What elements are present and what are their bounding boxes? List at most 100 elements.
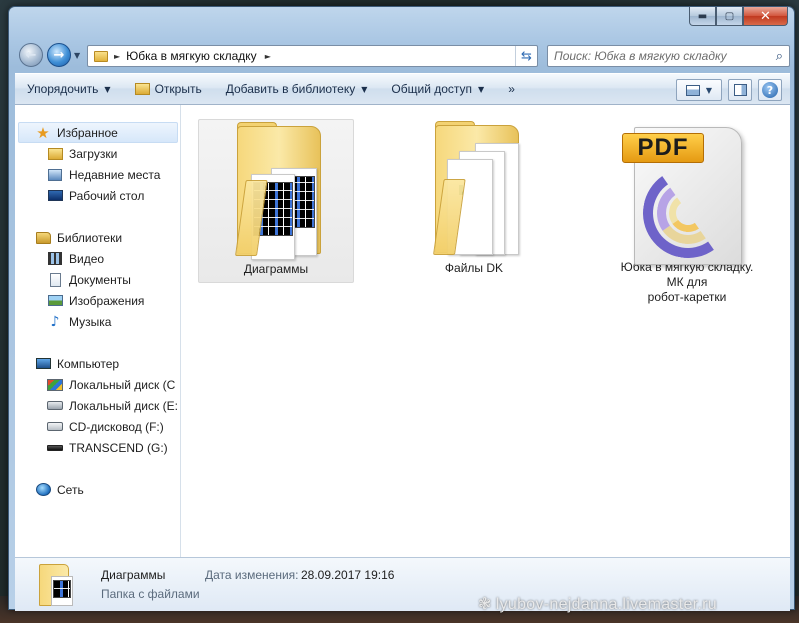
folder-item-diagrams[interactable]: Диаграммы [198, 119, 354, 283]
search-input[interactable] [554, 49, 776, 63]
desktop-icon [47, 189, 63, 203]
chevron-down-icon: ▼ [361, 84, 368, 94]
preview-pane-icon [733, 84, 747, 96]
sidebar-item-label: Локальный диск (E: [69, 398, 178, 413]
music-icon: ♪ [50, 313, 60, 330]
file-name-line: МК для [666, 275, 708, 289]
view-icon [685, 84, 700, 96]
main-area: ★ Избранное Загрузки Недавние места Рабо… [15, 105, 790, 557]
sidebar-item-cd-drive[interactable]: CD-дисковод (F:) [15, 416, 180, 437]
sidebar-item-label: Библиотеки [57, 230, 123, 245]
favorites-group: ★ Избранное Загрузки Недавние места Рабо… [15, 122, 180, 206]
pdf-item-skirt-mk[interactable]: PDF Юбка в мягкую складку. МК для робот-… [602, 119, 772, 305]
sidebar-item-label: Локальный диск (C [69, 377, 176, 392]
sidebar-item-music[interactable]: ♪ Музыка [15, 311, 180, 332]
sidebar-item-usb-drive[interactable]: TRANSCEND (G:) [15, 437, 180, 458]
sidebar-item-drive-c[interactable]: Локальный диск (C [15, 374, 180, 395]
forward-button[interactable]: → [47, 43, 71, 67]
system-drive-icon [47, 378, 63, 392]
sidebar-item-network[interactable]: Сеть [15, 479, 180, 500]
documents-icon [47, 272, 63, 287]
computer-group: Компьютер Локальный диск (C Локальный ди… [15, 353, 180, 458]
chevron-down-icon[interactable]: ▼ [706, 86, 712, 95]
pdf-icon: PDF [612, 121, 762, 266]
sidebar-item-label: Недавние места [69, 167, 161, 182]
caption-buttons: ▬ ▢ ✕ [689, 7, 788, 27]
breadcrumb-separator[interactable]: ► [265, 52, 271, 61]
folder-icon [221, 122, 331, 262]
breadcrumb-separator[interactable]: ► [114, 52, 120, 61]
change-view-button[interactable]: ▼ [676, 79, 722, 101]
file-name: Диаграммы [243, 262, 309, 276]
preview-pane-button[interactable] [728, 79, 752, 101]
folder-icon [419, 121, 529, 261]
add-to-library-button[interactable]: Добавить в библиотеку ▼ [214, 74, 380, 104]
open-button[interactable]: Открыть [123, 74, 214, 104]
details-modified-value: 28.09.2017 19:16 [301, 568, 395, 582]
share-label: Общий доступ [391, 82, 473, 96]
organize-button[interactable]: Упорядочить ▼ [15, 74, 123, 104]
video-icon [47, 252, 63, 266]
breadcrumb-current-folder[interactable]: Юбка в мягкую складку [126, 49, 257, 63]
refresh-button[interactable]: ⇆ [515, 46, 537, 66]
help-button[interactable]: ? [758, 79, 782, 101]
details-modified-label: Дата изменения: [205, 568, 299, 582]
sidebar-item-downloads[interactable]: Загрузки [15, 143, 180, 164]
maximize-button[interactable]: ▢ [716, 7, 743, 26]
watermark: ❃ lyubov-nejdanna.livemaster.ru [478, 594, 717, 614]
sidebar-item-favorites[interactable]: ★ Избранное [18, 122, 178, 143]
view-controls: ▼ ? [676, 79, 782, 101]
sidebar-item-desktop[interactable]: Рабочий стол [15, 185, 180, 206]
sidebar-item-libraries[interactable]: Библиотеки [15, 227, 180, 248]
network-icon [35, 483, 51, 497]
sidebar-item-pictures[interactable]: Изображения [15, 290, 180, 311]
address-bar[interactable]: ► Юбка в мягкую складку ► ⇆ [87, 45, 538, 67]
close-button[interactable]: ✕ [743, 7, 788, 26]
more-commands-button[interactable]: » [496, 74, 527, 104]
sidebar-item-video[interactable]: Видео [15, 248, 180, 269]
file-list: Диаграммы Файлы DK PDF Юбка в мягкую скл… [182, 105, 790, 557]
explorer-window: ▬ ▢ ✕ ← → ▼ ► Юбка в мягкую складку ► ⇆ … [8, 6, 795, 611]
recent-pages-dropdown[interactable]: ▼ [74, 51, 80, 60]
help-icon: ? [762, 82, 778, 98]
sidebar-item-label: Избранное [57, 125, 118, 140]
organize-label: Упорядочить [27, 82, 99, 96]
search-icon[interactable]: ⌕ [776, 49, 783, 64]
sidebar-item-label: Компьютер [57, 356, 120, 371]
add-to-library-label: Добавить в библиотеку [225, 82, 356, 96]
share-button[interactable]: Общий доступ ▼ [379, 74, 496, 104]
folder-icon [39, 562, 79, 608]
details-name: Диаграммы [101, 568, 166, 582]
cd-drive-icon [47, 420, 63, 434]
sidebar-item-drive-e[interactable]: Локальный диск (E: [15, 395, 180, 416]
sidebar-item-documents[interactable]: Документы [15, 269, 180, 290]
command-bar: Упорядочить ▼ Открыть Добавить в библиот… [15, 73, 790, 105]
sidebar-item-label: Видео [69, 251, 105, 266]
open-label: Открыть [154, 82, 202, 96]
sidebar-item-label: Музыка [69, 314, 112, 329]
sidebar-item-label: Сеть [57, 482, 84, 497]
downloads-icon [47, 147, 63, 161]
file-name: Файлы DK [444, 261, 504, 275]
back-button[interactable]: ← [19, 43, 43, 67]
computer-icon [35, 357, 51, 371]
sidebar-item-label: CD-дисковод (F:) [69, 419, 164, 434]
sidebar-item-label: TRANSCEND (G:) [69, 440, 168, 455]
navigation-bar: ← → ▼ ► Юбка в мягкую складку ► ⇆ ⌕ [15, 40, 790, 68]
network-group: Сеть [15, 479, 180, 500]
libraries-group: Библиотеки Видео Документы Изображения ♪… [15, 227, 180, 332]
pdf-badge: PDF [622, 133, 704, 163]
sidebar-item-label: Загрузки [69, 146, 118, 161]
sidebar-item-computer[interactable]: Компьютер [15, 353, 180, 374]
drive-icon [47, 399, 63, 413]
watermark-text: lyubov-nejdanna.livemaster.ru [495, 596, 717, 613]
search-box[interactable]: ⌕ [547, 45, 790, 67]
folder-item-files-dk[interactable]: Файлы DK [396, 119, 552, 283]
chevron-down-icon: ▼ [104, 84, 111, 94]
minimize-button[interactable]: ▬ [689, 7, 716, 26]
libraries-icon [35, 231, 51, 245]
sidebar-item-label: Рабочий стол [69, 188, 145, 203]
sidebar-item-recent-places[interactable]: Недавние места [15, 164, 180, 185]
sidebar-item-label: Изображения [69, 293, 145, 308]
chevron-down-icon: ▼ [478, 84, 485, 94]
